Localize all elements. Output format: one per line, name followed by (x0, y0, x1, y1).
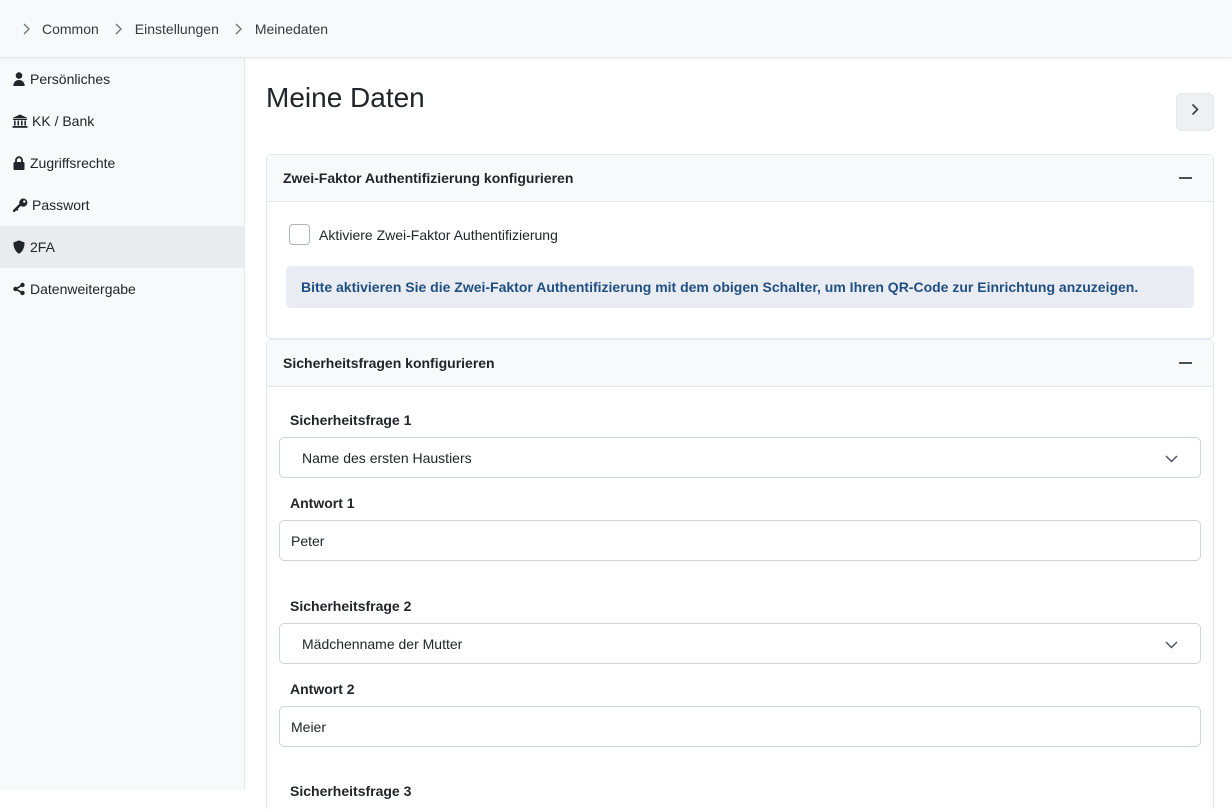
question-1-label: Sicherheitsfrage 1 (290, 412, 412, 428)
sidebar-item-label: Passwort (32, 197, 90, 213)
breadcrumb: Common Einstellungen Meinedaten (0, 0, 1232, 58)
chevron-right-icon (113, 23, 125, 35)
lock-icon (12, 156, 26, 170)
key-icon (12, 198, 28, 212)
bank-icon (12, 114, 28, 128)
question-2-label: Sicherheitsfrage 2 (290, 598, 412, 614)
question-2-value: Mädchenname der Mutter (302, 635, 463, 652)
collapse-twofa-button[interactable] (1173, 166, 1197, 190)
page-title: Meine Daten (266, 82, 425, 113)
twofa-checkbox[interactable] (289, 224, 310, 245)
security-card: Sicherheitsfragen konfigurieren Sicherhe… (266, 339, 1214, 809)
twofa-checkbox-row[interactable]: Aktiviere Zwei-Faktor Authentifizierung (289, 224, 558, 245)
chevron-down-icon (1165, 450, 1178, 466)
expand-panel-button[interactable] (1176, 93, 1214, 131)
sidebar-item-label: Datenweitergabe (30, 281, 136, 297)
sidebar-item-label: KK / Bank (32, 113, 95, 129)
main-content: Meine Daten Zwei-Faktor Authentifizierun… (245, 58, 1232, 809)
user-icon (12, 72, 26, 86)
collapse-security-button[interactable] (1173, 351, 1197, 375)
sidebar-item-2fa[interactable]: 2FA (0, 226, 244, 268)
chevron-right-icon (1191, 103, 1199, 121)
answer-1-label: Antwort 1 (290, 495, 355, 511)
answer-2-value: Meier (291, 718, 327, 735)
answer-2-label: Antwort 2 (290, 681, 355, 697)
chevron-right-icon (20, 23, 32, 35)
share-icon (12, 282, 26, 296)
question-1-select[interactable]: Name des ersten Haustiers (279, 437, 1201, 478)
security-card-title: Sicherheitsfragen konfigurieren (283, 355, 495, 371)
answer-1-value: Peter (291, 532, 325, 549)
chevron-down-icon (1165, 636, 1178, 652)
sidebar-item-label: 2FA (30, 239, 55, 255)
sidebar-item-datenweitergabe[interactable]: Datenweitergabe (0, 268, 244, 310)
answer-1-input[interactable]: Peter (279, 520, 1201, 561)
sidebar-item-zugriffsrechte[interactable]: Zugriffsrechte (0, 142, 244, 184)
breadcrumb-label[interactable]: Einstellungen (135, 21, 219, 37)
breadcrumb-item-meinedaten: Meinedaten (229, 21, 338, 37)
chevron-right-icon (233, 23, 245, 35)
question-1-value: Name des ersten Haustiers (302, 449, 472, 466)
sidebar-item-persoenliches[interactable]: Persönliches (0, 58, 244, 100)
twofa-checkbox-label[interactable]: Aktiviere Zwei-Faktor Authentifizierung (319, 227, 558, 243)
breadcrumb-item-einstellungen[interactable]: Einstellungen (109, 21, 229, 37)
sidebar: Persönliches KK / Bank Zugriffsrechte Pa… (0, 58, 245, 790)
twofa-card: Zwei-Faktor Authentifizierung konfigurie… (266, 154, 1214, 339)
twofa-info-alert: Bitte aktivieren Sie die Zwei-Faktor Aut… (286, 266, 1194, 308)
shield-icon (12, 240, 26, 254)
sidebar-item-passwort[interactable]: Passwort (0, 184, 244, 226)
twofa-info-text: Bitte aktivieren Sie die Zwei-Faktor Aut… (301, 279, 1139, 295)
breadcrumb-label[interactable]: Common (42, 21, 99, 37)
security-card-header[interactable]: Sicherheitsfragen konfigurieren (267, 340, 1213, 387)
answer-2-input[interactable]: Meier (279, 706, 1201, 747)
sidebar-item-kk-bank[interactable]: KK / Bank (0, 100, 244, 142)
sidebar-item-label: Zugriffsrechte (30, 155, 116, 171)
minus-icon (1178, 362, 1192, 364)
question-3-label: Sicherheitsfrage 3 (290, 783, 412, 799)
twofa-card-header[interactable]: Zwei-Faktor Authentifizierung konfigurie… (267, 155, 1213, 202)
minus-icon (1178, 177, 1192, 179)
breadcrumb-label: Meinedaten (254, 20, 329, 37)
twofa-card-title: Zwei-Faktor Authentifizierung konfigurie… (283, 170, 574, 186)
question-2-select[interactable]: Mädchenname der Mutter (279, 623, 1201, 664)
sidebar-item-label: Persönliches (30, 71, 111, 87)
breadcrumb-item-common[interactable]: Common (16, 21, 109, 37)
